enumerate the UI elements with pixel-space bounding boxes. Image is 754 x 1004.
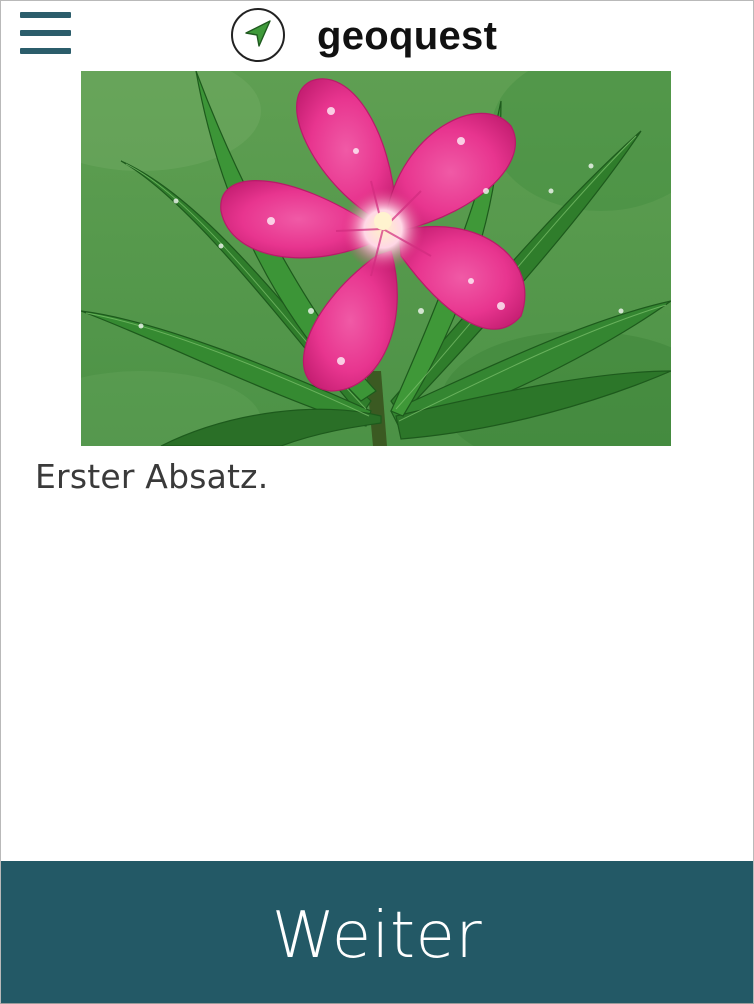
app-screen: geoquest Erster Absatz. Weiter <box>0 0 754 1004</box>
menu-bar <box>20 12 71 18</box>
flower-image <box>81 71 671 446</box>
paragraph-text: Erster Absatz. <box>35 457 269 496</box>
navigation-arrow-icon <box>231 8 285 62</box>
hamburger-menu-icon[interactable] <box>18 9 74 57</box>
next-button[interactable]: Weiter <box>1 861 753 1003</box>
menu-bar <box>20 48 71 54</box>
app-title: geoquest <box>317 14 498 58</box>
menu-bar <box>20 30 71 36</box>
next-button-label: Weiter <box>271 899 483 973</box>
